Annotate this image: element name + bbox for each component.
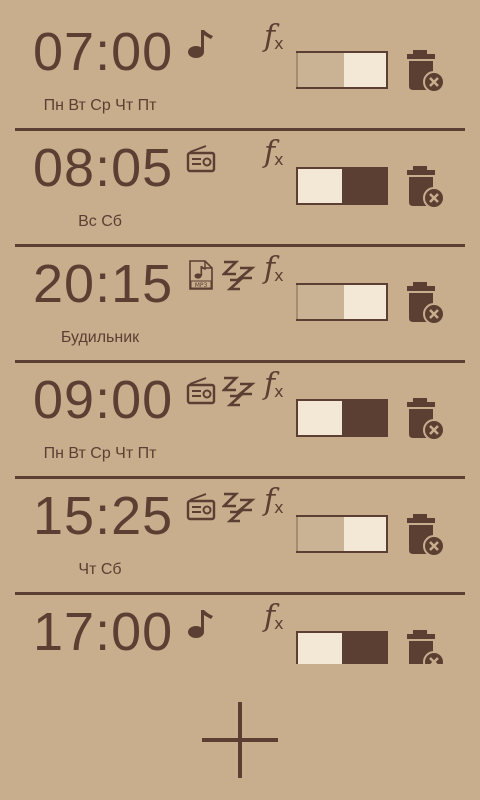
alarm-row[interactable]: 15:25 Чт Сб fx bbox=[0, 464, 480, 580]
alarm-list[interactable]: 07:00 Пн Вт Ср Чт Пт fx 08:05 Вс Сб fx 2… bbox=[0, 0, 480, 664]
toggle-thumb bbox=[342, 633, 386, 664]
fx-icon[interactable]: fx bbox=[264, 20, 284, 61]
alarm-toggle[interactable] bbox=[296, 399, 388, 437]
plus-icon bbox=[202, 702, 278, 778]
fx-icon[interactable]: fx bbox=[264, 136, 284, 177]
toggle-thumb bbox=[296, 53, 344, 87]
zzz-icon[interactable] bbox=[222, 374, 256, 408]
alarm-toggle[interactable] bbox=[296, 631, 388, 664]
radio-icon[interactable] bbox=[186, 376, 216, 406]
alarm-time[interactable]: 08:05 bbox=[33, 138, 173, 198]
alarm-time[interactable]: 09:00 bbox=[33, 370, 173, 430]
trash-delete-icon[interactable] bbox=[405, 280, 447, 326]
trash-delete-icon[interactable] bbox=[405, 512, 447, 558]
zzz-icon[interactable] bbox=[222, 258, 256, 292]
alarm-toggle[interactable] bbox=[296, 515, 388, 553]
alarm-toggle[interactable] bbox=[296, 283, 388, 321]
toggle-thumb bbox=[342, 169, 386, 203]
alarm-row[interactable]: 09:00 Пн Вт Ср Чт Пт fx bbox=[0, 348, 480, 464]
radio-icon[interactable] bbox=[186, 144, 216, 174]
alarm-days: Пн Вт Ср Чт Пт bbox=[43, 97, 157, 114]
trash-delete-icon[interactable] bbox=[405, 396, 447, 442]
mp3-label: MP3 bbox=[195, 282, 208, 289]
alarm-time[interactable]: 20:15 bbox=[33, 254, 173, 314]
mp3-file-icon[interactable]: MP3 bbox=[188, 259, 214, 291]
alarm-days: Пн Вт Ср Чт Пт bbox=[43, 445, 157, 462]
toggle-thumb bbox=[296, 285, 344, 319]
add-alarm-button[interactable] bbox=[200, 700, 280, 780]
toggle-thumb bbox=[296, 517, 344, 551]
alarm-days: Будильник bbox=[60, 329, 140, 346]
alarm-time[interactable]: 07:00 bbox=[33, 22, 173, 82]
trash-delete-icon[interactable] bbox=[405, 48, 447, 94]
fx-icon[interactable]: fx bbox=[264, 600, 284, 641]
fx-icon[interactable]: fx bbox=[264, 484, 284, 525]
alarm-days: Вс Сб bbox=[78, 213, 122, 230]
alarm-toggle[interactable] bbox=[296, 51, 388, 89]
alarm-time[interactable]: 17:00 bbox=[33, 602, 173, 662]
trash-delete-icon[interactable] bbox=[405, 164, 447, 210]
alarm-row[interactable]: 08:05 Вс Сб fx bbox=[0, 116, 480, 232]
alarm-row[interactable]: 17:00 fx bbox=[0, 580, 480, 664]
fx-icon[interactable]: fx bbox=[264, 252, 284, 293]
alarm-row[interactable]: 20:15 Будильник MP3 fx bbox=[0, 232, 480, 348]
alarm-time[interactable]: 15:25 bbox=[33, 486, 173, 546]
alarm-row[interactable]: 07:00 Пн Вт Ср Чт Пт fx bbox=[0, 0, 480, 116]
music-note-icon[interactable] bbox=[186, 26, 216, 60]
zzz-icon[interactable] bbox=[222, 490, 256, 524]
alarm-days: Чт Сб bbox=[78, 561, 122, 578]
fx-icon[interactable]: fx bbox=[264, 368, 284, 409]
toggle-thumb bbox=[342, 401, 386, 435]
trash-delete-icon[interactable] bbox=[405, 628, 447, 664]
alarm-toggle[interactable] bbox=[296, 167, 388, 205]
radio-icon[interactable] bbox=[186, 492, 216, 522]
music-note-icon[interactable] bbox=[186, 606, 216, 640]
